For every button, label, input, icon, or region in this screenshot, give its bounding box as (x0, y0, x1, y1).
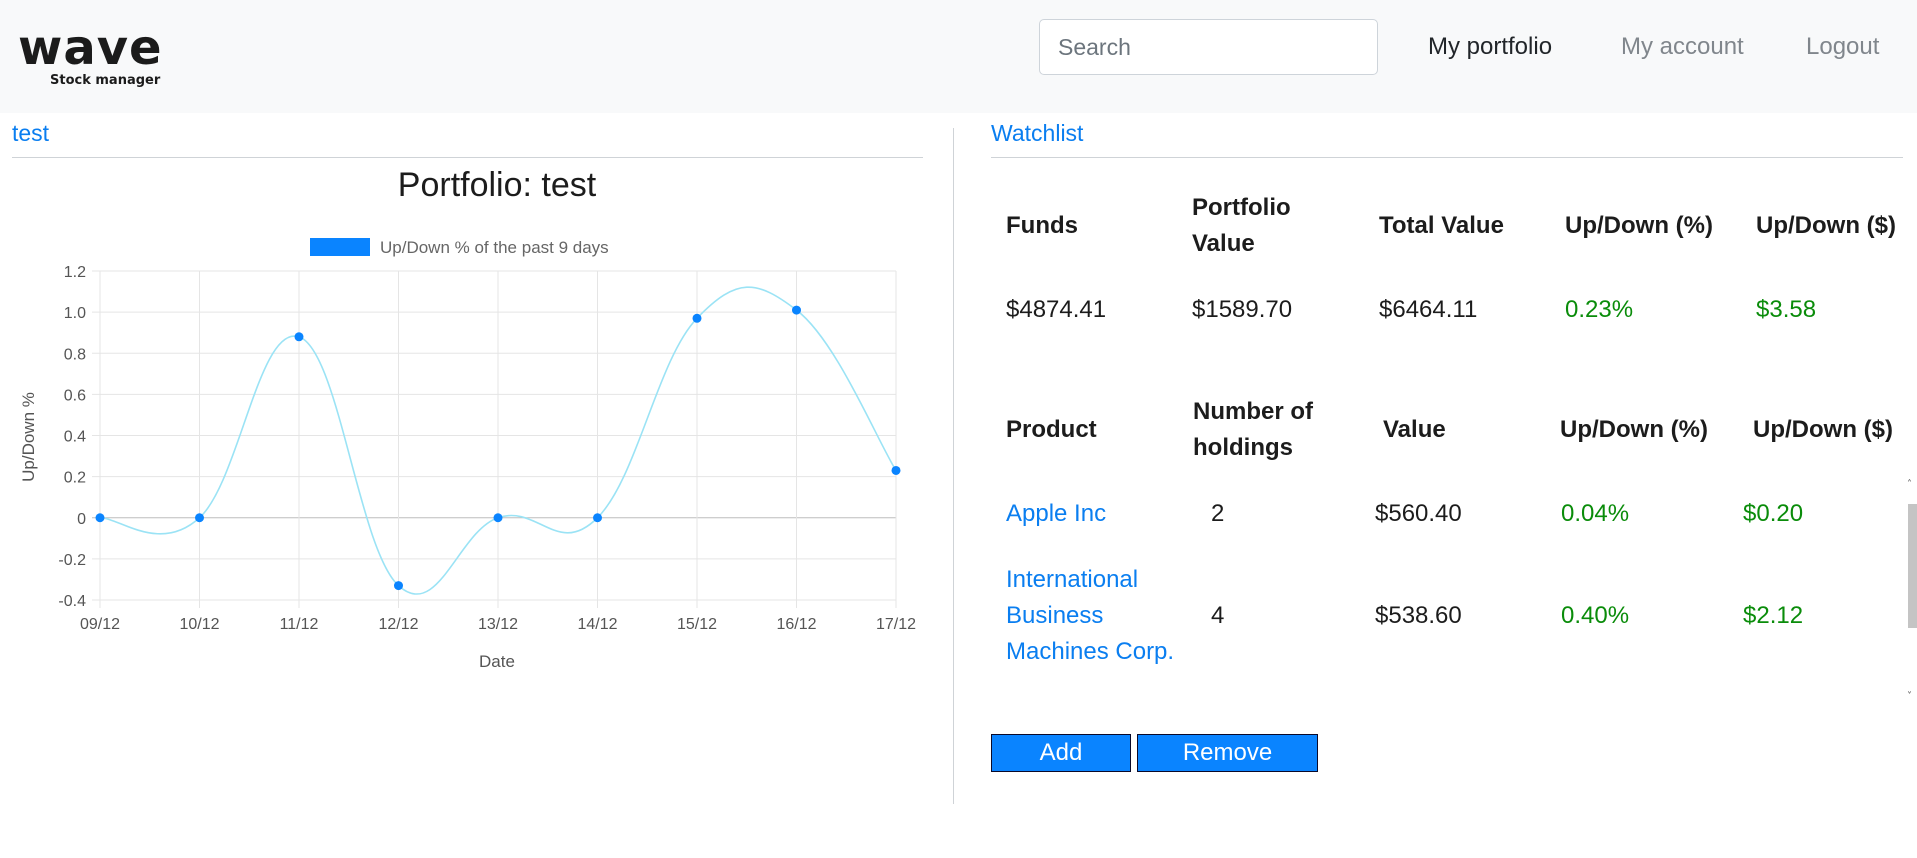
left-divider (12, 157, 923, 158)
nav-my-account[interactable]: My account (1621, 32, 1744, 62)
summary-updown-pct-value: 0.23% (1565, 296, 1634, 323)
tab-portfolio-test[interactable]: test (12, 118, 49, 148)
holdings-count: 2 (1211, 500, 1225, 527)
data-point[interactable] (792, 305, 801, 315)
holdings-header-updown-pct: Up/Down (%) (1560, 416, 1708, 443)
data-point[interactable] (294, 332, 304, 342)
scroll-down-icon[interactable]: ˅ (1907, 692, 1912, 702)
holdings-header-value: Value (1383, 416, 1446, 443)
tab-watchlist[interactable]: Watchlist (991, 118, 1083, 148)
data-point[interactable] (891, 465, 901, 475)
x-axis-label: Date (479, 652, 515, 671)
summary-header-updown-usd: Up/Down ($) (1756, 212, 1896, 239)
y-tick-label: 0.2 (64, 470, 86, 487)
x-tick-label: 14/12 (577, 616, 617, 633)
holdings-header-updown-usd: Up/Down ($) (1753, 416, 1893, 443)
y-tick-label: 0.6 (64, 387, 86, 404)
chart-grid (92, 270, 897, 608)
holdings-updown-pct: 0.04% (1561, 500, 1630, 527)
y-axis-label: Up/Down % (19, 392, 38, 482)
summary-header-funds: Funds (1006, 212, 1078, 239)
legend-label[interactable]: Up/Down % of the past 9 days (380, 238, 609, 257)
summary-header-total-value: Total Value (1379, 212, 1504, 239)
y-tick-label: 0.4 (64, 429, 86, 446)
x-tick-label: 16/12 (776, 616, 816, 633)
summary-portfolio-value: $1589.70 (1192, 296, 1293, 323)
x-tick-label: 17/12 (876, 616, 916, 633)
chart-title: Portfolio: test (398, 166, 597, 204)
product-link[interactable]: Apple Inc (1006, 496, 1106, 532)
holdings-scrollbar[interactable]: ˄ ˅ (1907, 480, 1917, 704)
scroll-up-icon[interactable]: ˄ (1907, 480, 1912, 490)
y-axis-ticks: 1.2 1.0 0.8 0.6 0.4 0.2 0 -0.2 -0.4 (58, 264, 86, 610)
y-tick-label: 0.8 (64, 346, 86, 363)
summary-updown-usd-value: $3.58 (1756, 296, 1817, 323)
search-input[interactable] (1039, 19, 1378, 75)
x-tick-label: 11/12 (280, 616, 319, 633)
y-tick-label: -0.4 (58, 593, 86, 610)
portfolio-chart: Portfolio: test Up/Down % of the past 9 … (19, 166, 916, 671)
y-tick-label: 1.2 (64, 264, 86, 281)
y-tick-label: 0 (77, 511, 86, 528)
right-divider (991, 157, 1903, 158)
holdings-updown-pct: 0.40% (1561, 602, 1630, 629)
data-point[interactable] (394, 581, 403, 591)
scroll-thumb[interactable] (1908, 504, 1917, 628)
holdings-updown-usd: $0.20 (1743, 500, 1804, 527)
brand-logo[interactable]: wave Stock manager (18, 22, 168, 94)
product-link[interactable]: International Business Machines Corp. (1006, 562, 1181, 670)
x-tick-label: 09/12 (80, 616, 120, 633)
x-tick-label: 10/12 (179, 616, 219, 633)
brand-tagline: Stock manager (50, 73, 161, 88)
y-tick-label: -0.2 (58, 552, 86, 569)
data-point[interactable] (195, 513, 204, 523)
data-point[interactable] (493, 513, 503, 523)
add-funds-button[interactable]: Add Funds (991, 734, 1131, 802)
x-axis-ticks: 09/12 10/12 11/12 12/12 13/12 14/12 15/12 16/12… (80, 616, 916, 633)
data-point[interactable] (593, 513, 602, 523)
data-point[interactable] (95, 513, 105, 523)
legend-swatch (310, 238, 370, 256)
brand-name: wave (18, 20, 163, 76)
summary-header-updown-pct: Up/Down (%) (1565, 212, 1713, 239)
x-tick-label: 12/12 (378, 616, 418, 633)
x-tick-label: 15/12 (677, 616, 717, 633)
summary-funds-value: $4874.41 (1006, 296, 1107, 323)
x-tick-label: 13/12 (478, 616, 518, 633)
summary-header-portfolio-value: Portfolio Value (1192, 194, 1291, 257)
holdings-count: 4 (1211, 602, 1225, 629)
remove-funds-button[interactable]: Remove Funds (1137, 734, 1318, 802)
summary-total-value: $6464.11 (1379, 296, 1478, 323)
panel-divider (953, 128, 954, 804)
holdings-header-count: Number of holdings (1193, 398, 1313, 461)
holdings-header-product: Product (1006, 416, 1097, 443)
holdings-updown-usd: $2.12 (1743, 602, 1804, 629)
y-tick-label: 1.0 (64, 305, 86, 322)
data-point[interactable] (692, 313, 702, 323)
nav-my-portfolio[interactable]: My portfolio (1428, 32, 1552, 62)
navbar: wave Stock manager My portfolio My accou… (0, 0, 1917, 113)
holdings-value: $538.60 (1375, 602, 1462, 629)
holdings-value: $560.40 (1375, 500, 1462, 527)
nav-logout[interactable]: Logout (1806, 32, 1879, 62)
